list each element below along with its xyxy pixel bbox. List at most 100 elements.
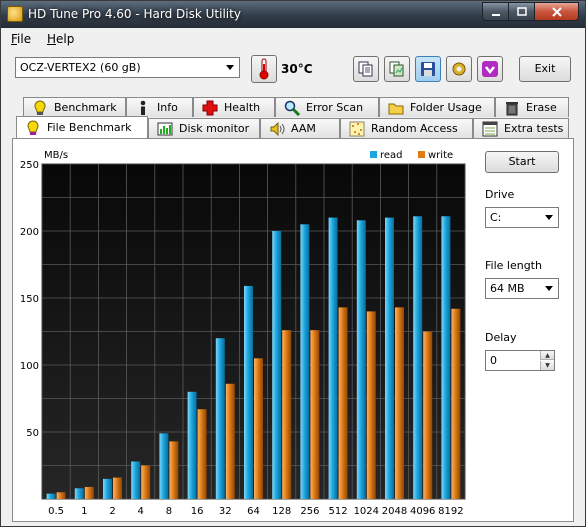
drive-letter-select[interactable]: C: [485,207,559,228]
chevron-down-icon [226,65,234,70]
drive-select-value: OCZ-VERTEX2 (60 gB) [20,61,141,74]
thermometer-icon [259,58,269,80]
legend-label-write: write [428,150,453,161]
copy-screenshot-icon [389,61,404,77]
x-tick-label: 256 [300,506,319,517]
bar-read [385,217,394,499]
window-title: HD Tune Pro 4.60 - Hard Disk Utility [28,7,241,21]
x-tick-label: 1 [81,506,87,517]
y-tick-label: 150 [20,294,39,305]
tab-extra-tests[interactable]: Extra tests [473,118,569,138]
legend-label-read: read [380,150,403,161]
tab-folder-usage[interactable]: Folder Usage [379,97,495,117]
y-axis-label: MB/s [44,150,68,161]
copy-info-button[interactable] [353,56,379,82]
tab-benchmark[interactable]: Benchmark [23,97,126,117]
delay-value: 0 [490,354,497,367]
bar-read [103,478,112,499]
chevron-down-icon [545,286,553,291]
title-bar[interactable]: HD Tune Pro 4.60 - Hard Disk Utility [1,1,585,28]
delay-spinner[interactable]: 0 ▲ ▼ [485,350,555,371]
delay-label: Delay [485,331,517,344]
file-length-select[interactable]: 64 MB [485,278,559,299]
x-tick-label: 2048 [382,506,407,517]
temperature-button[interactable] [251,55,277,83]
bar-read [159,433,169,499]
tab-disk-monitor[interactable]: Disk monitor [148,118,260,138]
down-arrow-icon [482,61,498,77]
start-button[interactable]: Start [485,151,559,173]
chevron-down-icon [545,215,553,220]
benchmark-icon [32,99,48,116]
maximize-icon [516,7,527,16]
bar-read [328,217,338,499]
file-length-value: 64 MB [490,282,525,295]
tab-random-access-label: Random Access [371,122,458,135]
bar-read [74,488,84,499]
tab-erase[interactable]: Erase [495,97,569,117]
copy-icon [358,61,373,77]
minimize-button[interactable] [482,2,509,21]
x-tick-label: 8 [166,506,172,517]
save-button[interactable] [415,56,441,82]
bar-read [272,231,282,499]
legend-swatch-write [418,151,425,158]
spin-down-icon[interactable]: ▼ [540,361,554,370]
tab-error-scan[interactable]: Error Scan [275,97,379,117]
tab-health-label: Health [224,101,261,114]
x-tick-label: 32 [219,506,232,517]
menu-help-accel: H [47,32,57,46]
drive-select[interactable]: OCZ-VERTEX2 (60 gB) [15,57,240,78]
file-benchmark-chart: 50 100 150 200 250 MB/s read write 0.5 1 2 4 8 16 32 64… [20,150,466,517]
bar-write [113,477,122,499]
x-tick-label: 64 [247,506,260,517]
maximize-button[interactable] [509,2,535,21]
menu-help[interactable]: Help [47,32,74,46]
bar-write [282,330,292,499]
menu-help-label: elp [56,32,75,46]
x-tick-label: 8192 [438,506,463,517]
tab-health[interactable]: Health [193,97,275,117]
bar-write [225,383,235,499]
random-access-icon [349,121,365,137]
bar-read [244,285,253,499]
download-button[interactable] [477,56,503,82]
copy-screenshot-button[interactable] [384,56,410,82]
bar-read [131,461,141,499]
bar-read [46,493,56,499]
menu-file[interactable]: File [11,32,31,46]
tab-file-benchmark[interactable]: File Benchmark [16,116,148,138]
bar-write [197,409,207,499]
bar-read [187,391,197,499]
x-tick-label: 16 [191,506,204,517]
tab-file-benchmark-label: File Benchmark [47,121,132,134]
bar-read [356,220,366,499]
floppy-disk-icon [421,62,435,76]
health-cross-icon [202,100,218,116]
menu-file-label: ile [17,32,32,46]
caption-buttons [482,2,579,21]
bar-write [254,358,263,499]
tab-info-label: Info [157,101,178,114]
bar-write [338,307,348,499]
tab-benchmark-label: Benchmark [54,101,117,114]
file-benchmark-icon [25,119,41,136]
bar-read [300,224,310,500]
tab-random-access[interactable]: Random Access [340,118,473,138]
x-tick-label: 4096 [410,506,435,517]
tab-aam[interactable]: AAM [260,118,340,138]
options-wrench-icon [452,62,466,76]
y-tick-label: 100 [20,361,39,372]
menu-bar: File Help [1,29,585,49]
close-button[interactable] [535,2,579,21]
exit-button[interactable]: Exit [519,56,571,82]
bar-write [395,307,404,499]
spin-up-icon[interactable]: ▲ [540,351,554,360]
bar-write [423,331,433,499]
tab-error-scan-label: Error Scan [306,101,364,114]
options-button[interactable] [446,56,472,82]
tab-info[interactable]: Info [126,97,193,117]
tab-aam-label: AAM [291,122,316,135]
bar-read [413,216,423,499]
x-tick-label: 512 [329,506,348,517]
